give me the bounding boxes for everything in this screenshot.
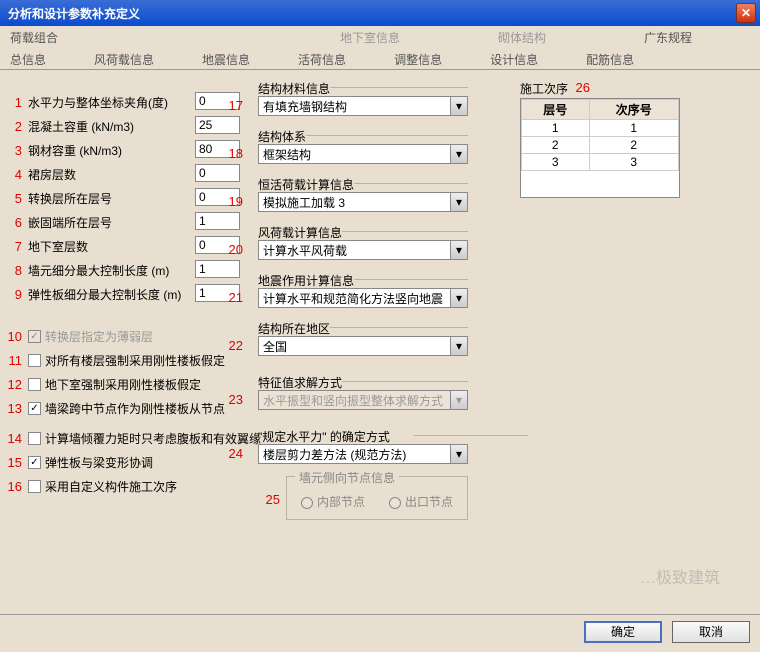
chevron-down-icon[interactable]: ▾ [450,193,467,211]
chevron-down-icon: ▾ [450,391,467,409]
checkbox [28,330,41,343]
combo-value: 楼层剪力差方法 (规范方法) [259,446,450,463]
combo-box[interactable]: 计算水平和规范简化方法竖向地震▾ [258,288,468,308]
window-title: 分析和设计参数补充定义 [8,5,736,22]
section-label: 结构材料信息 [258,80,330,97]
field-label: 钢材容重 (kN/m3) [28,142,122,159]
combo-value: 全国 [259,338,450,355]
combo-value: 框架结构 [259,146,450,163]
table-row[interactable]: 22 [522,137,679,154]
tabrow-2: 总信息 风荷载信息 地震信息 活荷信息 调整信息 设计信息 配筋信息 [0,48,760,70]
section-label: "规定水平力" 的确定方式 [258,428,390,445]
combo-value: 计算水平和规范简化方法竖向地震 [259,290,450,307]
watermark: …极致建筑 [640,564,720,588]
tab-design[interactable]: 设计信息 [482,48,546,69]
close-icon[interactable]: ✕ [736,3,756,23]
checkbox-label: 墙梁跨中节点作为刚性楼板从节点 [45,400,225,417]
tab-rebar[interactable]: 配筋信息 [578,48,642,69]
side-joint-group: 墙元侧向节点信息内部节点出口节点 [286,476,468,520]
combo-value: 有填充墙钢结构 [259,98,450,115]
section-label: 结构所在地区 [258,320,330,337]
section-label: 施工次序 [520,80,568,97]
combo-box[interactable]: 楼层剪力差方法 (规范方法)▾ [258,444,468,464]
field-label: 转换层所在层号 [28,190,112,207]
checkbox-label: 弹性板与梁变形协调 [45,454,153,471]
combo-box[interactable]: 模拟施工加载 3▾ [258,192,468,212]
combo-box[interactable]: 全国▾ [258,336,468,356]
checkbox[interactable] [28,432,41,445]
field-label: 墙元细分最大控制长度 (m) [28,262,169,279]
chevron-down-icon[interactable]: ▾ [450,145,467,163]
ok-button[interactable]: 确定 [584,621,662,643]
section-label: 风荷载计算信息 [258,224,342,241]
checkbox[interactable] [28,456,41,469]
checkbox[interactable] [28,402,41,415]
combo-value: 水平振型和竖向振型整体求解方式 [259,392,450,409]
combo-box[interactable]: 计算水平风荷载▾ [258,240,468,260]
field-label: 嵌固端所在层号 [28,214,112,231]
tab-live[interactable]: 活荷信息 [290,48,354,69]
section-label: 墙元侧向节点信息 [295,469,399,486]
field-label: 水平力与整体坐标夹角(度) [28,94,168,111]
section-label: 恒活荷载计算信息 [258,176,354,193]
table-row[interactable]: 33 [522,154,679,171]
combo-box: 水平振型和竖向振型整体求解方式▾ [258,390,468,410]
cancel-button[interactable]: 取消 [672,621,750,643]
checkbox-label: 地下室强制采用刚性楼板假定 [45,376,201,393]
section-label: 结构体系 [258,128,306,145]
combo-value: 计算水平风荷载 [259,242,450,259]
checkbox[interactable] [28,378,41,391]
checkbox[interactable] [28,480,41,493]
checkbox-label: 采用自定义构件施工次序 [45,478,177,495]
checkbox-label: 转换层指定为薄弱层 [45,328,153,345]
numeric-input[interactable] [195,116,240,134]
construction-table[interactable]: 层号次序号112233 [520,98,680,198]
chevron-down-icon[interactable]: ▾ [450,445,467,463]
radio [301,497,313,509]
tab-general[interactable]: 总信息 [2,48,54,69]
table-row[interactable]: 11 [522,120,679,137]
checkbox-label: 计算墙倾覆力矩时只考虑腹板和有效翼缘 [45,430,261,447]
combo-box[interactable]: 有填充墙钢结构▾ [258,96,468,116]
combo-value: 模拟施工加载 3 [259,194,450,211]
field-label: 弹性板细分最大控制长度 (m) [28,286,181,303]
table-header: 层号 [522,100,590,120]
radio-option: 出口节点 [389,493,453,510]
combo-box[interactable]: 框架结构▾ [258,144,468,164]
section-label: 地震作用计算信息 [258,272,354,289]
numeric-input[interactable] [195,212,240,230]
table-header: 次序号 [589,100,678,120]
chevron-down-icon[interactable]: ▾ [450,289,467,307]
field-label: 混凝土容重 (kN/m3) [28,118,134,135]
checkbox[interactable] [28,354,41,367]
tabrow-1: 荷载组合 地下室信息 砌体结构 广东规程 [0,26,760,48]
radio [389,497,401,509]
field-label: 裙房层数 [28,166,76,183]
tab-load-combo[interactable]: 荷载组合 [2,26,66,48]
section-label: 特征值求解方式 [258,374,342,391]
field-label: 地下室层数 [28,238,88,255]
checkbox-label: 对所有楼层强制采用刚性楼板假定 [45,352,225,369]
radio-option: 内部节点 [301,493,365,510]
tab-wind[interactable]: 风荷载信息 [86,48,162,69]
chevron-down-icon[interactable]: ▾ [450,97,467,115]
tab-masonry[interactable]: 砌体结构 [490,26,554,48]
tab-guangdong[interactable]: 广东规程 [636,26,700,48]
chevron-down-icon[interactable]: ▾ [450,337,467,355]
chevron-down-icon[interactable]: ▾ [450,241,467,259]
numeric-input[interactable] [195,164,240,182]
tab-basement[interactable]: 地下室信息 [332,26,408,48]
numeric-input[interactable] [195,260,240,278]
tab-adjust[interactable]: 调整信息 [386,48,450,69]
tab-seismic[interactable]: 地震信息 [194,48,258,69]
